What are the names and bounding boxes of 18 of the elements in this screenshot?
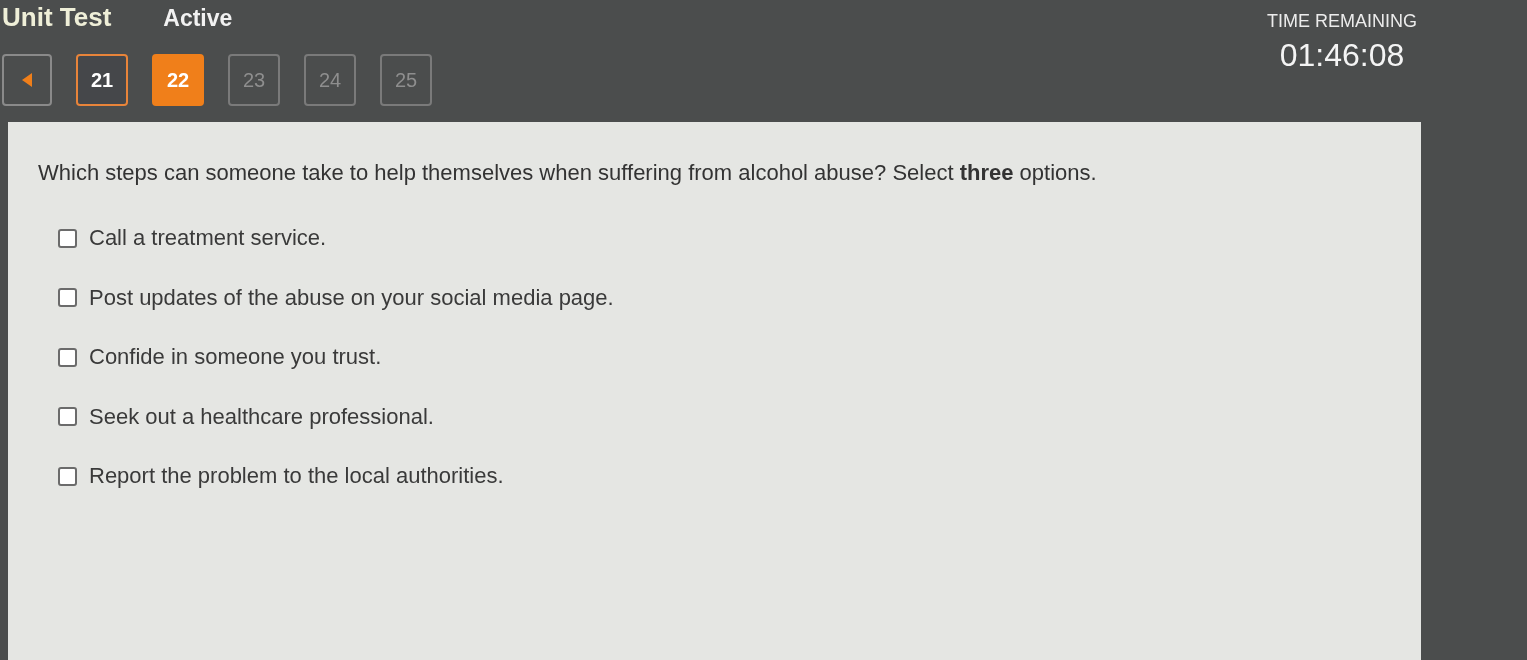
checkbox[interactable]: [58, 407, 77, 426]
previous-button[interactable]: [2, 53, 52, 106]
option-label[interactable]: Call a treatment service.: [89, 224, 327, 252]
checkbox[interactable]: [58, 228, 77, 248]
option-label[interactable]: Confide in someone you trust.: [89, 343, 382, 371]
question-number-button[interactable]: 21: [76, 53, 128, 106]
checkbox[interactable]: [58, 347, 77, 367]
test-status: Active: [163, 4, 233, 33]
checkbox[interactable]: [58, 288, 77, 307]
time-remaining-label: TIME REMAINING: [1267, 10, 1417, 33]
option-label[interactable]: Post updates of the abuse on your social media page.: [89, 283, 614, 312]
question-text: Which steps can someone take to help themselves when suffering from alcohol abuse? Select three options.: [38, 159, 1098, 187]
option-label[interactable]: Report the problem to the local authorities.: [89, 462, 504, 490]
timer: 01:46:08: [1279, 35, 1405, 75]
triangle-left-icon: [22, 72, 32, 87]
checkbox[interactable]: [58, 466, 77, 486]
option-label[interactable]: Seek out a healthcare professional.: [89, 402, 434, 431]
test-title: Unit Test: [2, 1, 112, 34]
